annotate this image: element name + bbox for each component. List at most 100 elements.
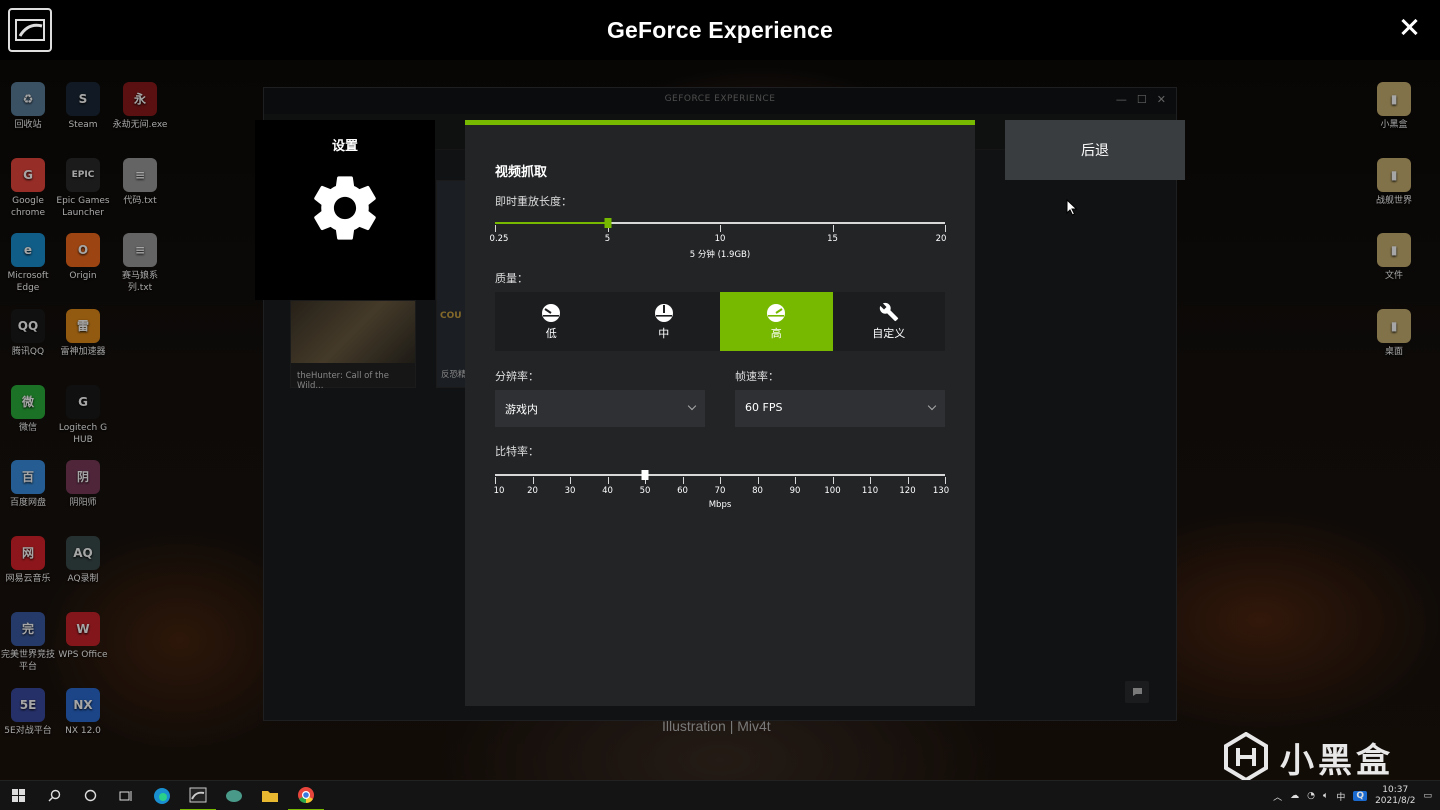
slider-tick-label: 20	[527, 486, 538, 496]
clock[interactable]: 10:37 2021/8/2	[1375, 785, 1415, 807]
quality-option-label: 自定义	[872, 327, 906, 340]
slider-tick-label: 30	[564, 486, 576, 496]
watermark-text: 小黑盒	[1280, 740, 1394, 781]
chevron-up-icon[interactable]: ︿	[1273, 790, 1282, 803]
resolution-label: 分辨率：	[495, 370, 539, 383]
xiaoheihe-logo-icon	[1224, 732, 1268, 782]
taskbar: ︿ ☁ ◔ 🔈︎ 中 Q 10:37 2021/8/2 ▭	[0, 780, 1440, 810]
task-view-icon	[119, 790, 132, 801]
folder-icon	[262, 790, 278, 802]
instant-replay-value: 5 分钟 (1.9GB)	[689, 250, 751, 260]
gfe-logo-icon	[8, 8, 52, 52]
framerate-value: 60 FPS	[745, 401, 783, 414]
quality-selector: 低 中 高 自定义	[495, 292, 945, 351]
slider-tick	[870, 477, 871, 484]
slider-tick-label: 70	[714, 486, 726, 496]
framerate-select[interactable]: 60 FPS	[735, 390, 945, 427]
quality-option-custom[interactable]: 自定义	[833, 292, 946, 351]
taskbar-aq[interactable]	[216, 781, 252, 810]
quality-option-low[interactable]: 低	[495, 292, 608, 351]
wrench-icon	[879, 302, 898, 322]
settings-label: 设置	[331, 139, 358, 154]
resolution-value: 游戏内	[505, 403, 538, 416]
slider-tick	[795, 477, 796, 484]
slider-handle[interactable]	[604, 218, 611, 228]
clock-time: 10:37	[1382, 785, 1409, 795]
slider-tick-label: 110	[861, 486, 879, 496]
slider-tick-label: 15	[827, 234, 838, 244]
slider-tick	[945, 225, 946, 232]
slider-tick-label: 130	[932, 486, 950, 496]
taskbar-geforce[interactable]	[180, 781, 216, 810]
instant-replay-label: 即时重放长度：	[495, 195, 572, 208]
quality-option-high[interactable]: 高	[720, 292, 833, 351]
chevron-down-icon	[927, 401, 937, 411]
slider-tick	[607, 477, 609, 484]
xiaoheihe-watermark: 小黑盒	[1222, 732, 1394, 782]
slider-tick	[720, 225, 721, 232]
gauge-high-icon	[767, 304, 786, 322]
cortana-button[interactable]	[72, 781, 108, 810]
bitrate-slider[interactable]: 10 20 30 40 50 60 70 80 90 100 110 120 130 Mbps	[493, 470, 949, 510]
instant-replay-slider[interactable]: 0.25 5 10 15 20 5 分钟 (1.9GB)	[490, 218, 947, 260]
taskbar-edge[interactable]	[144, 781, 180, 810]
video-capture-dialog: 视频抓取 即时重放长度： 0.25 5 10 15 20 5 分钟 (1.9GB) 质量：…	[465, 120, 975, 706]
slider-track	[495, 474, 945, 476]
slider-fill	[495, 222, 608, 224]
slider-tick-label: 10	[714, 234, 726, 244]
taskbar-chrome[interactable]	[288, 781, 324, 810]
resolution-select[interactable]: 游戏内	[495, 390, 705, 427]
bitrate-unit: Mbps	[708, 500, 732, 510]
cortana-icon	[84, 789, 96, 802]
slider-tick	[532, 477, 534, 484]
volume-icon[interactable]: 🔈︎	[1323, 791, 1328, 801]
search-button[interactable]	[36, 781, 72, 810]
slider-tick-label: 60	[677, 486, 688, 496]
slider-tick-label: 5	[604, 234, 611, 244]
slider-tick	[757, 477, 759, 484]
quality-option-label: 中	[658, 327, 670, 340]
slider-tick	[495, 225, 496, 232]
slider-tick-label: 120	[899, 486, 916, 496]
geforce-icon	[189, 787, 207, 802]
start-button[interactable]	[0, 781, 36, 810]
back-button[interactable]: 后退	[1005, 120, 1185, 180]
input-language[interactable]: 中	[1336, 790, 1345, 803]
slider-tick-label: 10	[493, 486, 505, 496]
clock-date: 2021/8/2	[1375, 796, 1416, 806]
overlay-title: GeForce Experience	[606, 16, 834, 43]
taskbar-explorer[interactable]	[252, 781, 288, 810]
slider-tick-label: 0.25	[489, 234, 509, 244]
edge-icon	[154, 787, 170, 804]
slider-tick-label: 50	[639, 486, 651, 496]
chevron-down-icon	[687, 401, 697, 411]
quality-option-label: 高	[770, 327, 782, 340]
network-icon[interactable]: ◔	[1307, 791, 1315, 801]
slider-tick	[945, 477, 946, 484]
settings-tile: 设置	[255, 120, 435, 300]
slider-tick	[832, 225, 834, 232]
slider-tick	[832, 477, 834, 484]
gauge-low-icon	[542, 304, 561, 322]
overlay-topbar: GeForce Experience	[0, 0, 1440, 60]
bitrate-label: 比特率：	[495, 445, 539, 458]
quality-option-label: 低	[545, 327, 557, 340]
aq-record-icon	[226, 789, 242, 802]
slider-tick-label: 80	[752, 486, 763, 496]
quality-option-medium[interactable]: 中	[608, 292, 721, 351]
cloud-icon[interactable]: ☁	[1290, 791, 1299, 801]
quality-label: 质量：	[495, 272, 528, 285]
slider-tick-label: 90	[789, 486, 801, 496]
notification-icon[interactable]: ▭	[1423, 791, 1432, 801]
slider-handle[interactable]	[641, 470, 649, 480]
mouse-cursor-icon	[1066, 199, 1078, 216]
windows-icon	[11, 789, 25, 802]
chrome-icon	[298, 786, 314, 803]
system-tray: ︿ ☁ ◔ 🔈︎ 中 Q 10:37 2021/8/2 ▭	[1273, 781, 1440, 810]
task-view-button[interactable]	[108, 781, 144, 810]
gear-icon	[307, 170, 383, 250]
qq-tray-icon[interactable]: Q	[1353, 791, 1368, 801]
framerate-label: 帧速率：	[735, 370, 779, 383]
overlay-close-icon[interactable]	[1398, 16, 1420, 38]
slider-tick-label: 20	[935, 234, 947, 244]
